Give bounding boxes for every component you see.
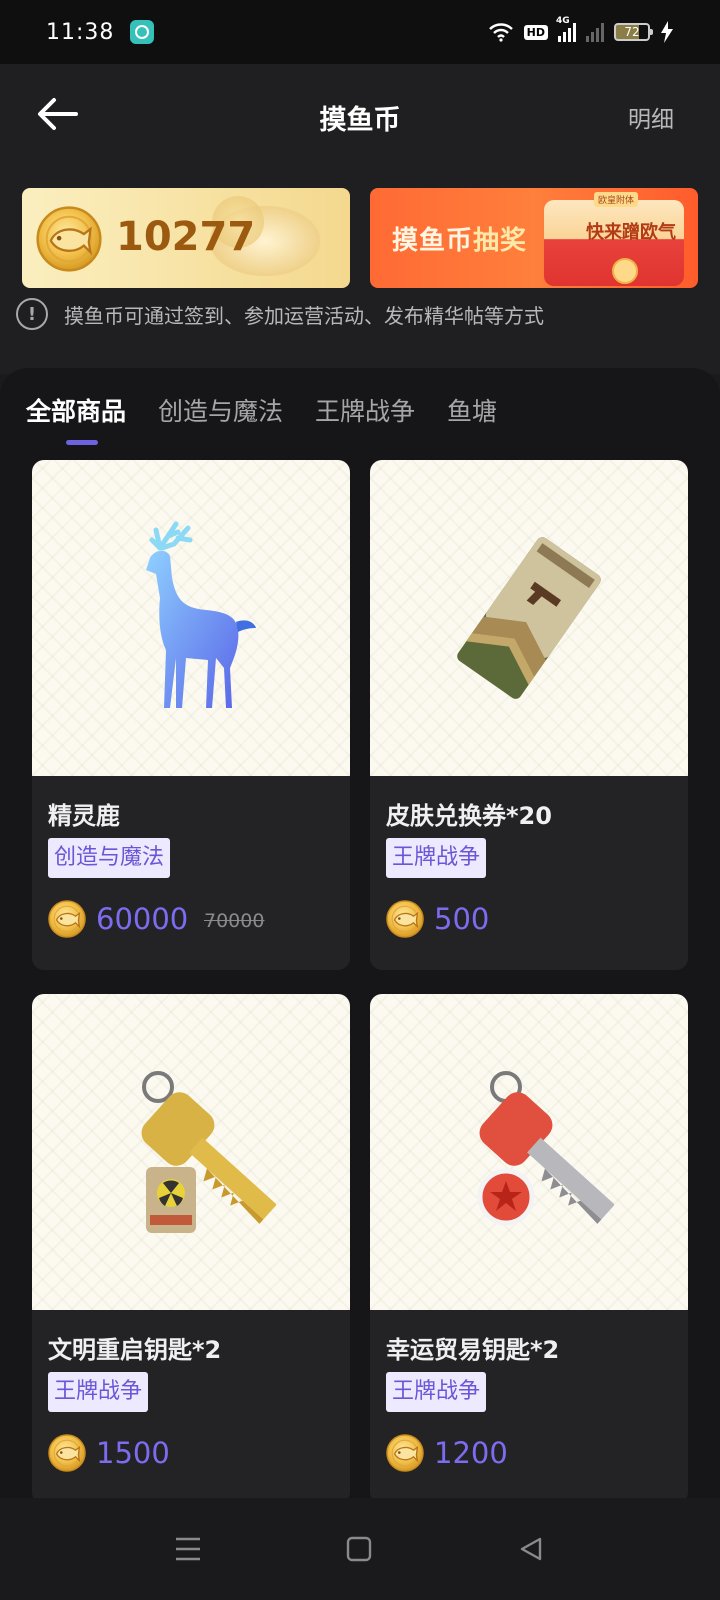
menu-icon[interactable] xyxy=(174,1536,202,1562)
product-price: 1200 xyxy=(434,1436,508,1470)
detail-link[interactable]: 明细 xyxy=(628,100,674,134)
product-tag: 王牌战争 xyxy=(386,838,487,878)
status-bar: 11:38 HD 4G 72 xyxy=(0,0,720,64)
product-card[interactable]: 文明重启钥匙*2 王牌战争 1500 xyxy=(32,994,350,1504)
wifi-icon xyxy=(488,23,513,42)
page-title: 摸鱼币 xyxy=(319,105,401,136)
coin-balance: 10277 xyxy=(116,214,256,260)
tab-ace-war[interactable]: 王牌战争 xyxy=(315,392,415,428)
lottery-title: 摸鱼币抽奖 xyxy=(392,220,527,257)
product-price: 60000 xyxy=(96,902,189,936)
home-icon[interactable] xyxy=(346,1536,372,1562)
tab-indicator xyxy=(66,440,98,445)
info-row: ! 摸鱼币可通过签到、参加运营活动、发布精华帖等方式 xyxy=(16,298,544,330)
system-nav-bar xyxy=(0,1498,720,1600)
battery-icon: 72 xyxy=(614,23,653,41)
product-price: 1500 xyxy=(96,1436,170,1470)
red-key-icon xyxy=(477,1071,614,1226)
signal-icon: 4G xyxy=(556,16,576,42)
product-card[interactable]: 皮肤兑换券*20 王牌战争 500 xyxy=(370,460,688,970)
product-name: 精灵鹿 xyxy=(48,802,120,830)
lottery-banner[interactable]: 摸鱼币抽奖 欧皇附体 快来蹭欧气 xyxy=(370,188,698,288)
gift-icon xyxy=(612,258,638,284)
product-name: 幸运贸易钥匙*2 xyxy=(386,1336,560,1364)
tab-all[interactable]: 全部商品 xyxy=(26,392,126,428)
hd-badge: HD xyxy=(523,24,548,40)
fish-coin-icon xyxy=(48,1434,86,1472)
info-text: 摸鱼币可通过签到、参加运营活动、发布精华帖等方式 xyxy=(64,303,544,328)
product-sheet: 全部商品 创造与魔法 王牌战争 鱼塘 精灵鹿 创造与魔法 60000 70000… xyxy=(0,368,720,1504)
product-tag: 王牌战争 xyxy=(386,1372,487,1412)
fish-coin-icon xyxy=(36,206,102,272)
app-icon xyxy=(130,20,155,44)
lottery-title-part1: 摸鱼币 xyxy=(392,226,474,256)
top-banner-area: 10277 摸鱼币抽奖 欧皇附体 快来蹭欧气 ! 摸鱼币可通过签到、参加运营活动… xyxy=(0,174,720,374)
status-time: 11:38 xyxy=(46,19,115,45)
product-price: 500 xyxy=(434,902,490,936)
skin-voucher-icon xyxy=(457,537,601,699)
product-name: 皮肤兑换券*20 xyxy=(386,802,552,830)
product-image xyxy=(370,994,688,1310)
category-tabs: 全部商品 创造与魔法 王牌战争 鱼塘 xyxy=(26,392,497,428)
fish-coin-icon xyxy=(48,900,86,938)
yellow-key-icon xyxy=(141,1071,276,1233)
fish-coin-icon xyxy=(386,1434,424,1472)
product-image xyxy=(32,460,350,776)
network-label: 4G xyxy=(556,16,570,26)
lottery-cta: 快来蹭欧气 xyxy=(586,222,676,243)
header: 摸鱼币 明细 xyxy=(0,64,720,174)
red-packet-tag: 欧皇附体 xyxy=(593,192,638,207)
product-original-price: 70000 xyxy=(204,910,265,932)
battery-level: 72 xyxy=(624,25,640,39)
exclamation-icon: ! xyxy=(16,298,48,330)
product-card[interactable]: 幸运贸易钥匙*2 王牌战争 1200 xyxy=(370,994,688,1504)
product-tag: 创造与魔法 xyxy=(48,838,171,878)
charging-icon xyxy=(661,21,673,43)
product-card[interactable]: 精灵鹿 创造与魔法 60000 70000 xyxy=(32,460,350,970)
coin-balance-card[interactable]: 10277 xyxy=(22,188,350,288)
signal-dim-icon xyxy=(586,22,604,42)
lottery-title-part2: 抽奖 xyxy=(473,226,528,256)
product-name: 文明重启钥匙*2 xyxy=(48,1336,222,1364)
spirit-deer-icon xyxy=(146,521,256,708)
product-image xyxy=(32,994,350,1310)
product-image xyxy=(370,460,688,776)
back-triangle-icon[interactable] xyxy=(518,1536,544,1562)
status-icons: HD 4G 72 xyxy=(488,16,674,43)
fish-coin-icon xyxy=(386,900,424,938)
tab-creation-magic[interactable]: 创造与魔法 xyxy=(158,392,283,428)
tab-fish-pond[interactable]: 鱼塘 xyxy=(447,392,497,428)
product-tag: 王牌战争 xyxy=(48,1372,149,1412)
